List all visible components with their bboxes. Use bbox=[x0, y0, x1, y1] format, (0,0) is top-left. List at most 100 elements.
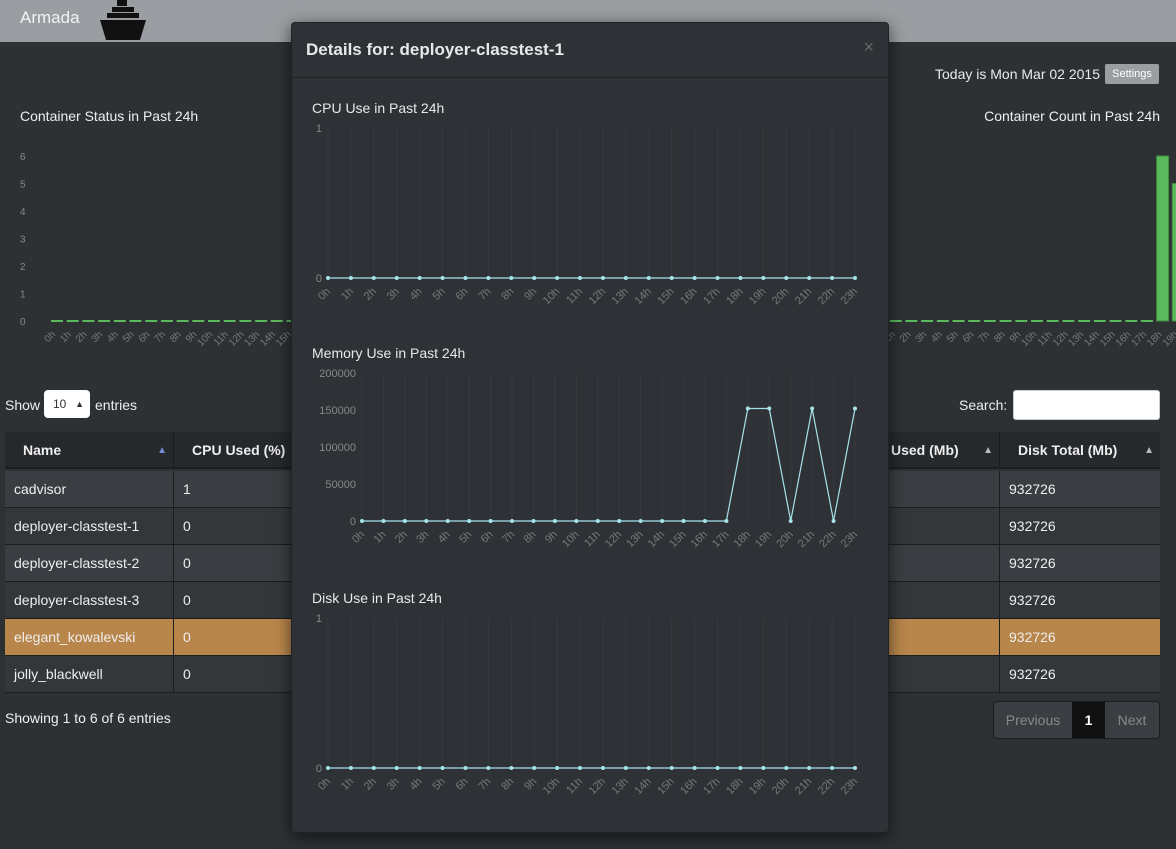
close-icon[interactable]: × bbox=[863, 37, 874, 58]
entries-per-page-select[interactable]: 10 ▲ bbox=[44, 390, 90, 418]
x-tick-label: 20h bbox=[770, 286, 791, 307]
previous-button[interactable]: Previous bbox=[994, 702, 1072, 738]
cell-cpu: 0 bbox=[173, 582, 291, 619]
data-point bbox=[784, 276, 789, 280]
x-tick-label: 22h bbox=[816, 776, 837, 797]
x-tick-label: 2h bbox=[362, 286, 379, 303]
table-info: Showing 1 to 6 of 6 entries bbox=[5, 710, 171, 726]
app-title[interactable]: Armada bbox=[20, 8, 80, 28]
y-tick-label: 200000 bbox=[319, 368, 356, 380]
x-tick-label: 12h bbox=[603, 529, 624, 550]
data-point bbox=[623, 276, 628, 280]
data-point bbox=[463, 276, 468, 280]
data-point bbox=[715, 766, 720, 770]
count-bar bbox=[1171, 183, 1176, 322]
search-label: Search: bbox=[959, 397, 1008, 413]
data-point bbox=[724, 519, 729, 523]
status-x-tick: 8h bbox=[168, 329, 184, 345]
column-header-name[interactable]: Name ▲ bbox=[5, 432, 173, 469]
data-point bbox=[360, 519, 364, 523]
data-point bbox=[853, 406, 857, 411]
x-tick-label: 9h bbox=[543, 529, 560, 546]
data-point bbox=[394, 766, 399, 770]
x-tick-label: 13h bbox=[610, 286, 631, 307]
x-tick-label: 17h bbox=[701, 286, 722, 307]
cell-cpu: 1 bbox=[173, 471, 291, 508]
status-y-tick: 3 bbox=[20, 235, 26, 246]
count-x-tick: 2h bbox=[898, 329, 914, 345]
x-tick-label: 12h bbox=[587, 286, 608, 307]
data-point bbox=[669, 766, 674, 770]
data-point bbox=[830, 766, 835, 770]
x-tick-label: 11h bbox=[582, 529, 603, 550]
data-point bbox=[788, 519, 793, 523]
x-tick-label: 21h bbox=[796, 529, 817, 550]
column-label: CPU Used (%) bbox=[192, 442, 286, 458]
data-point bbox=[381, 519, 386, 523]
x-tick-label: 13h bbox=[624, 529, 645, 550]
count-chart-title: Container Count in Past 24h bbox=[984, 108, 1160, 124]
x-tick-label: 14h bbox=[632, 286, 653, 307]
entries-label: entries bbox=[95, 397, 138, 413]
settings-button[interactable]: Settings bbox=[1105, 64, 1159, 84]
x-tick-label: 19h bbox=[747, 776, 768, 797]
y-tick-label: 0 bbox=[316, 763, 322, 775]
x-tick-label: 7h bbox=[476, 286, 493, 303]
next-button[interactable]: Next bbox=[1105, 702, 1159, 738]
x-tick-label: 8h bbox=[521, 529, 538, 546]
x-tick-label: 20h bbox=[774, 529, 795, 550]
column-header-used[interactable]: Used (Mb) ▲ bbox=[873, 432, 999, 469]
data-point bbox=[669, 276, 674, 280]
data-point bbox=[532, 766, 537, 770]
column-header-disk-total[interactable]: Disk Total (Mb) ▲ bbox=[999, 432, 1160, 469]
entries-select-value: 10 bbox=[53, 397, 67, 411]
x-tick-label: 20h bbox=[770, 776, 791, 797]
column-header-cpu[interactable]: CPU Used (%) bbox=[173, 432, 291, 469]
cell-cpu: 0 bbox=[173, 508, 291, 545]
cell-name: deployer-classtest-2 bbox=[14, 555, 140, 571]
x-tick-label: 4h bbox=[408, 776, 425, 793]
x-tick-label: 22h bbox=[817, 529, 838, 550]
x-tick-label: 21h bbox=[793, 286, 814, 307]
data-point bbox=[348, 276, 353, 280]
x-tick-label: 0h bbox=[316, 286, 333, 303]
data-point bbox=[578, 766, 583, 770]
data-point bbox=[552, 519, 557, 523]
y-tick-label: 100000 bbox=[319, 442, 356, 454]
x-tick-label: 11h bbox=[564, 286, 585, 307]
cell-disk-total: 932726 bbox=[999, 582, 1160, 619]
data-point bbox=[445, 519, 450, 523]
x-tick-label: 1h bbox=[371, 529, 388, 546]
y-tick-label: 150000 bbox=[319, 405, 356, 417]
page-1-button[interactable]: 1 bbox=[1072, 702, 1105, 738]
x-tick-label: 17h bbox=[710, 529, 731, 550]
data-point bbox=[807, 766, 812, 770]
data-point bbox=[509, 766, 514, 770]
x-tick-label: 6h bbox=[453, 286, 470, 303]
details-modal: Details for: deployer-classtest-1 × CPU … bbox=[291, 22, 889, 833]
column-label: Used (Mb) bbox=[891, 442, 959, 458]
status-x-tick: 1h bbox=[58, 329, 74, 345]
cell-name: deployer-classtest-1 bbox=[14, 518, 140, 534]
x-tick-label: 11h bbox=[564, 776, 585, 797]
count-x-tick: 4h bbox=[929, 329, 945, 345]
search-input[interactable] bbox=[1013, 390, 1160, 420]
data-point bbox=[646, 276, 651, 280]
data-point bbox=[348, 766, 353, 770]
data-point bbox=[595, 519, 600, 523]
x-tick-label: 19h bbox=[747, 286, 768, 307]
data-point bbox=[853, 766, 857, 770]
data-point bbox=[417, 276, 422, 280]
data-point bbox=[578, 276, 583, 280]
x-tick-label: 0h bbox=[350, 529, 367, 546]
data-point bbox=[745, 406, 750, 411]
disk-chart: 1 00h 1h 2h 3h 4h 5h 6h 7h 8h 9h 10h 11h 12h 13h 14h 15h… bbox=[316, 613, 860, 797]
data-point bbox=[440, 766, 445, 770]
cell-cpu: 0 bbox=[173, 656, 291, 693]
data-point bbox=[531, 519, 536, 523]
data-point bbox=[510, 519, 515, 523]
x-tick-label: 15h bbox=[667, 529, 688, 550]
x-tick-label: 2h bbox=[393, 529, 410, 546]
x-tick-label: 13h bbox=[610, 776, 631, 797]
data-point bbox=[424, 519, 429, 523]
